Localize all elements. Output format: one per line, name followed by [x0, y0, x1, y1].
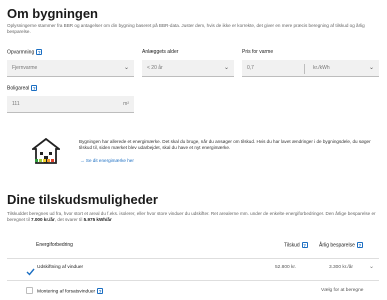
row-label: Montering af forsatsvinduer? — [37, 288, 104, 295]
price-unit-select[interactable]: kr./kWh — [313, 65, 330, 71]
arrow-right-icon: → — [80, 158, 85, 163]
row-checkbox[interactable] — [26, 287, 33, 294]
row-saving: 3.300 kr./år — [329, 265, 353, 270]
heating-value: Fjernvarme — [12, 65, 38, 71]
building-description: Oplysningerne stammer fra BBR og antagel… — [7, 23, 365, 35]
area-unit: m² — [123, 101, 129, 107]
checkmark-icon[interactable] — [26, 263, 35, 281]
chevron-down-icon[interactable]: ⌄ — [369, 263, 374, 270]
energy-label-link[interactable]: → Se dit energimærke her — [80, 158, 134, 164]
price-input[interactable]: 0,7 kr./kWh ⌄ — [242, 60, 379, 77]
subsidies-description: Tilskuddet beregnes ud fra, hvor stort e… — [7, 211, 376, 223]
col-header-subsidy: Tilskud? — [284, 242, 308, 249]
help-icon[interactable]: ? — [36, 49, 43, 55]
row-label: Udskiftning af vinduer — [37, 265, 84, 270]
section-title-subsidies: Dine tilskudsmuligheder — [7, 192, 158, 207]
section-title-building: Om bygningen — [7, 6, 98, 21]
chevron-down-icon: ⌄ — [123, 65, 129, 71]
age-label: Anlæggets alder — [142, 49, 179, 55]
heating-label: Opvarmning? — [7, 49, 43, 56]
table-row[interactable]: Montering af forsatsvinduer? Vælg for at… — [7, 280, 379, 297]
col-header-improvement: Energiforbedring — [36, 242, 73, 248]
table-row[interactable]: Udskiftning af vinduer 52.800 kr. 3.300 … — [7, 258, 379, 276]
energy-label-notice: Bygningen har allerede et energimærke. D… — [79, 139, 371, 151]
help-icon[interactable]: ? — [97, 288, 104, 294]
heating-select[interactable]: Fjernvarme ⌄ — [7, 60, 134, 77]
col-header-saving: Årlig besparelse? — [319, 242, 363, 249]
help-icon[interactable]: ? — [31, 85, 38, 91]
total-saving-amount: 7.000 kr./år — [31, 217, 55, 223]
area-label: Boligareal? — [7, 85, 38, 92]
house-energy-label-icon — [30, 137, 62, 164]
total-saving-kwh: 5.975 kWh/år — [83, 217, 112, 223]
area-value: 111 — [12, 101, 20, 107]
chevron-down-icon: ⌄ — [223, 65, 229, 71]
energy-label-link-text[interactable]: Se dit energimærke her — [86, 158, 134, 163]
row-saving: Vælg for at beregne — [321, 288, 364, 293]
help-icon[interactable]: ? — [356, 242, 363, 248]
chevron-down-icon: ⌄ — [368, 65, 374, 71]
help-icon[interactable]: ? — [301, 242, 308, 248]
age-value: < 20 år — [147, 65, 163, 71]
price-value: 0,7 — [247, 65, 254, 71]
price-label: Pris for varme — [242, 49, 274, 55]
field-divider — [304, 64, 305, 74]
area-input[interactable]: 111 m² — [7, 96, 134, 113]
row-subsidy: 52.800 kr. — [275, 265, 297, 270]
age-select[interactable]: < 20 år ⌄ — [142, 60, 234, 77]
